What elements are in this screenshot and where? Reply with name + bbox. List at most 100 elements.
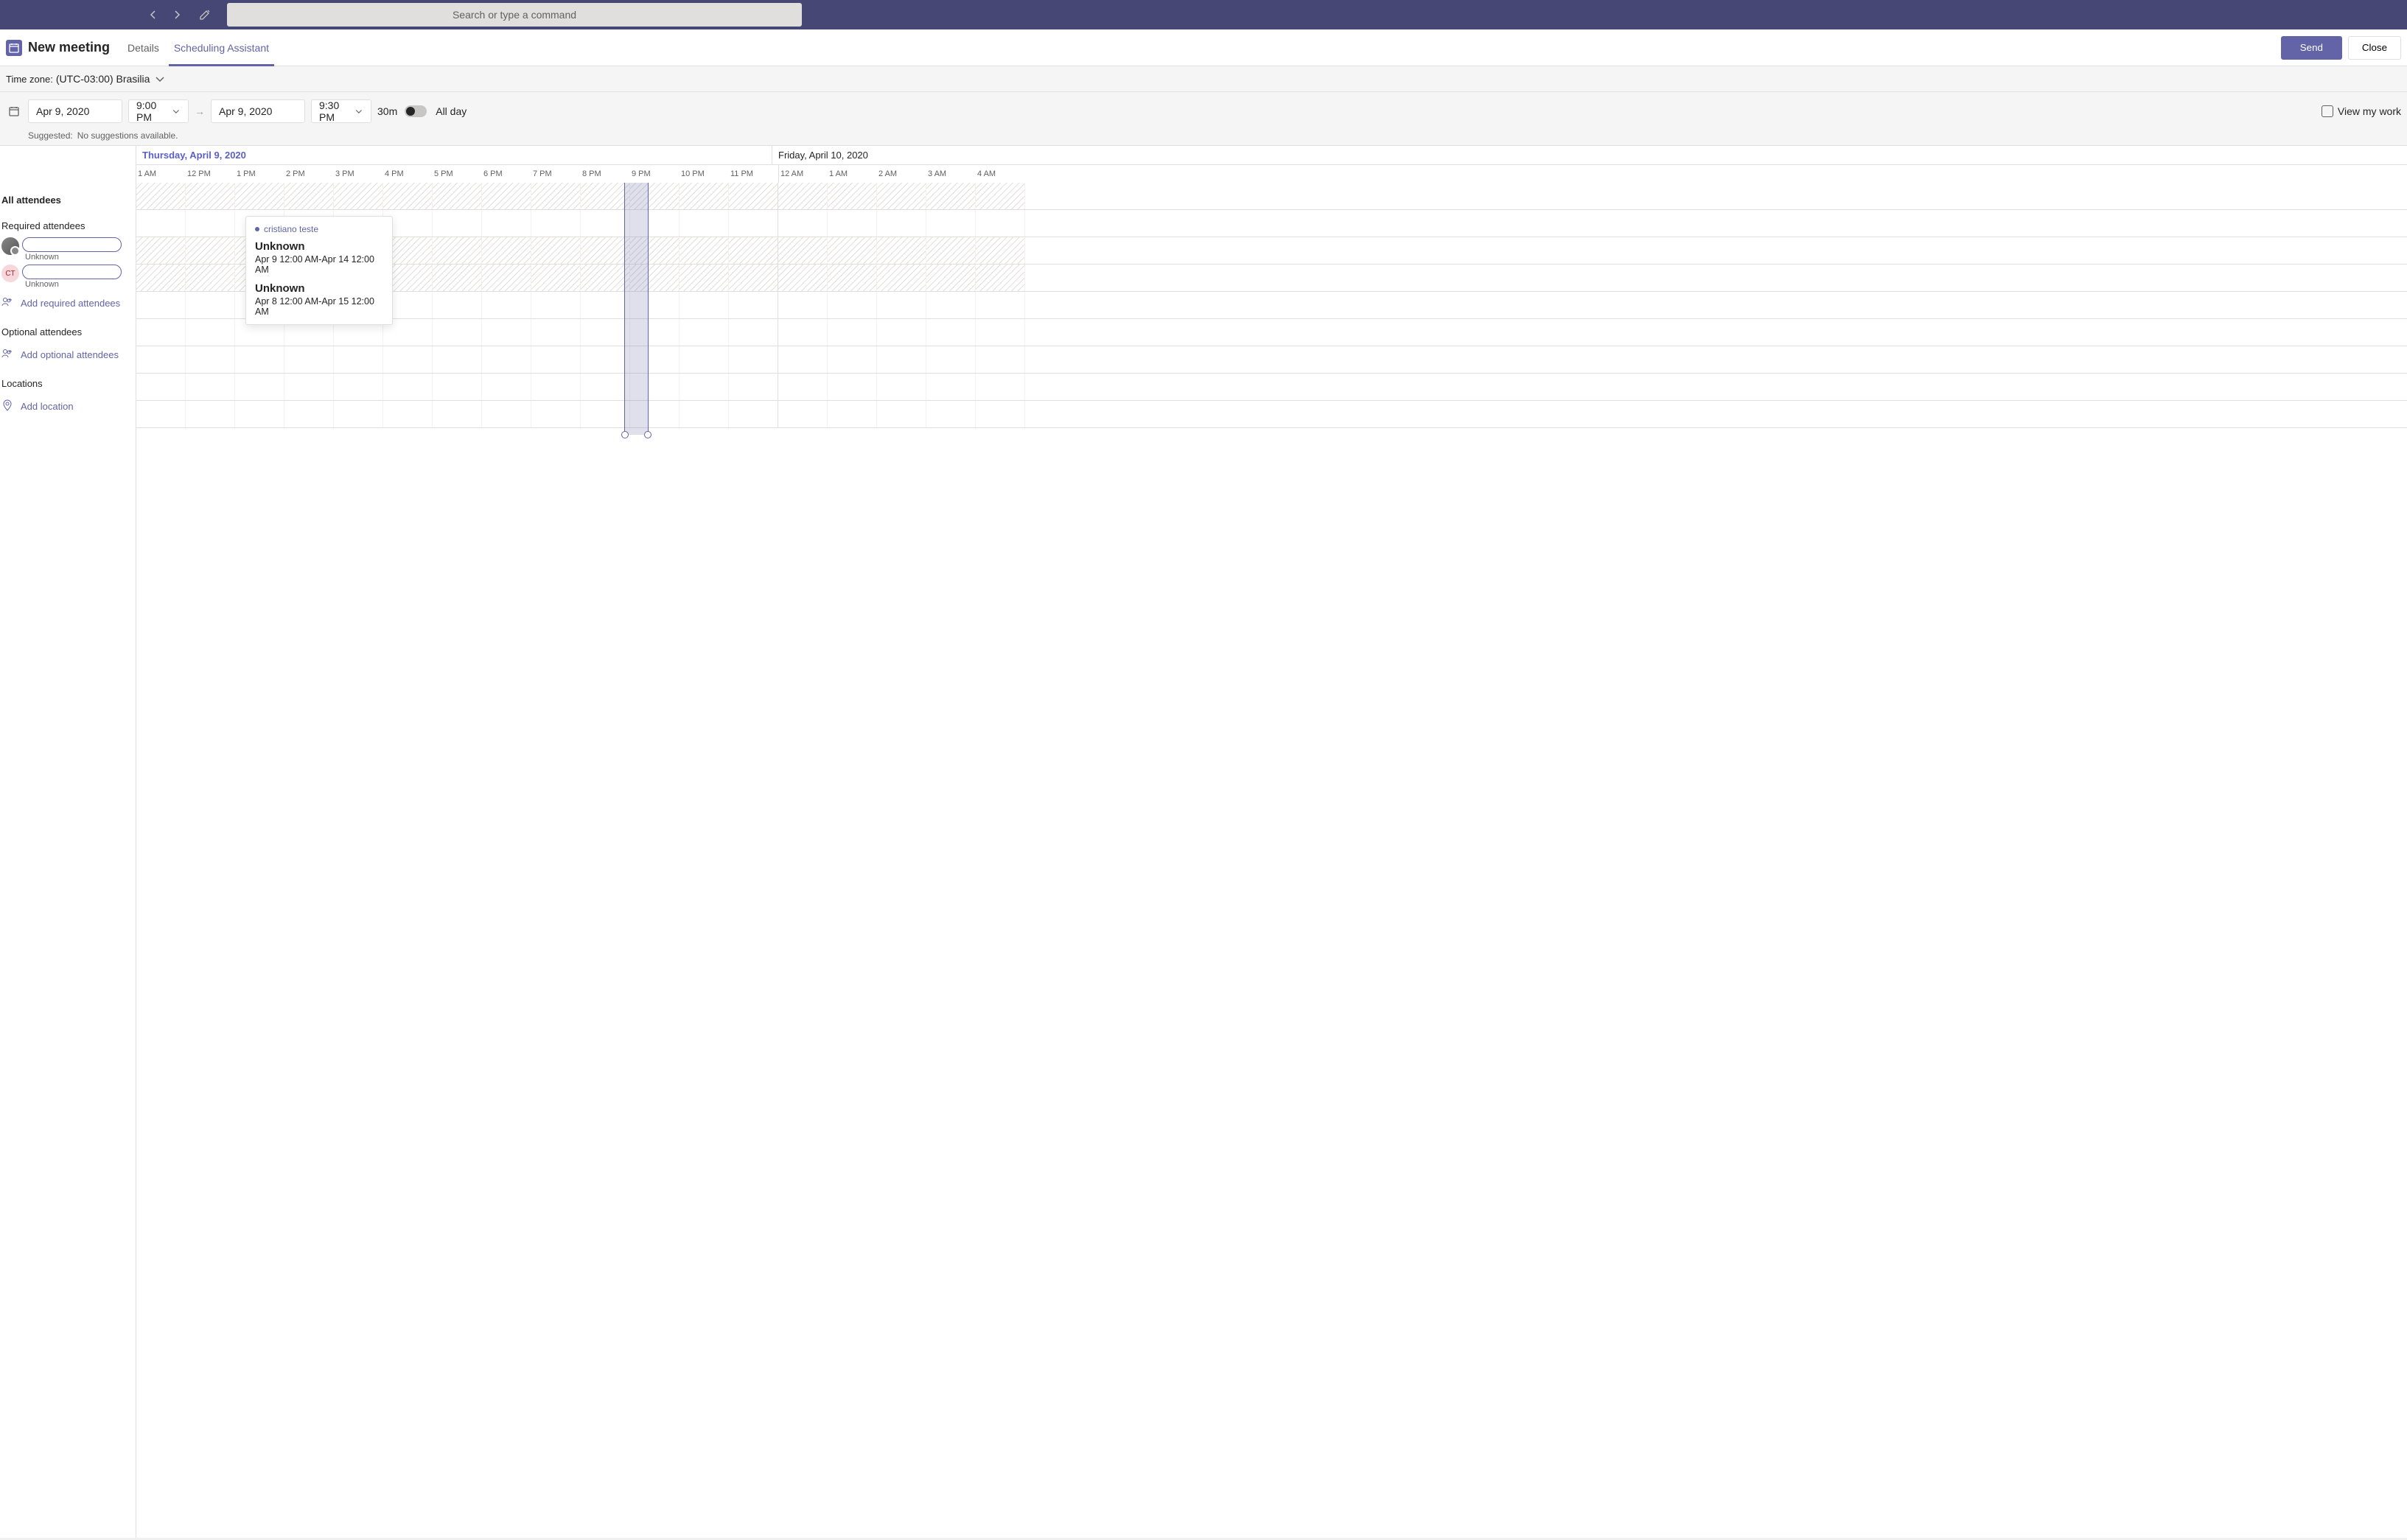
timeline-cell[interactable]	[284, 346, 334, 373]
tab-details[interactable]: Details	[120, 29, 167, 66]
timeline-cell[interactable]	[729, 319, 778, 346]
timeline-cell[interactable]	[433, 292, 482, 318]
timeline-cell[interactable]	[778, 374, 828, 400]
timeline-cell[interactable]	[680, 292, 729, 318]
timeline-cell[interactable]	[334, 374, 383, 400]
timeline[interactable]: Thursday, April 9, 2020 Friday, April 10…	[136, 146, 2407, 1538]
timeline-cell[interactable]	[433, 237, 482, 264]
timeline-cell[interactable]	[630, 183, 680, 209]
close-button[interactable]: Close	[2348, 36, 2401, 60]
timeline-cell[interactable]	[926, 319, 976, 346]
timeline-cell[interactable]	[877, 265, 926, 291]
attendee-pill[interactable]	[22, 265, 122, 279]
timeline-cell[interactable]	[235, 374, 284, 400]
timeline-cell[interactable]	[186, 374, 235, 400]
timeline-cell[interactable]	[531, 237, 581, 264]
timeline-cell[interactable]	[976, 319, 1025, 346]
timeline-cell[interactable]	[630, 401, 680, 427]
timeline-cell[interactable]	[383, 346, 433, 373]
timeline-cell[interactable]	[729, 265, 778, 291]
timeline-cell[interactable]	[729, 346, 778, 373]
timeline-cell[interactable]	[531, 401, 581, 427]
timeline-cell[interactable]	[482, 401, 531, 427]
start-date-input[interactable]: Apr 9, 2020	[28, 99, 122, 123]
timeline-cell[interactable]	[778, 265, 828, 291]
timeline-cell[interactable]	[680, 346, 729, 373]
timeline-cell[interactable]	[976, 237, 1025, 264]
timeline-cell[interactable]	[235, 346, 284, 373]
timeline-cell[interactable]	[828, 292, 877, 318]
timeline-cell[interactable]	[877, 183, 926, 209]
tab-scheduling-assistant[interactable]: Scheduling Assistant	[167, 29, 276, 66]
attendee-pill[interactable]	[22, 237, 122, 252]
timeline-cell[interactable]	[581, 374, 630, 400]
timeline-cell[interactable]	[186, 265, 235, 291]
timeline-cell[interactable]	[284, 401, 334, 427]
timeline-cell[interactable]	[778, 319, 828, 346]
timeline-cell[interactable]	[531, 183, 581, 209]
timeline-cell[interactable]	[877, 374, 926, 400]
timeline-cell[interactable]	[581, 401, 630, 427]
timeline-cell[interactable]	[926, 265, 976, 291]
timeline-cell[interactable]	[828, 183, 877, 209]
timeline-cell[interactable]	[778, 346, 828, 373]
timeline-cell[interactable]	[531, 210, 581, 237]
timeline-cell[interactable]	[976, 292, 1025, 318]
timeline-cell[interactable]	[334, 346, 383, 373]
timeline-cell[interactable]	[482, 237, 531, 264]
timeline-cell[interactable]	[433, 265, 482, 291]
timeline-cell[interactable]	[680, 237, 729, 264]
timeline-cell[interactable]	[581, 183, 630, 209]
timeline-cell[interactable]	[136, 210, 186, 237]
timeline-cell[interactable]	[136, 319, 186, 346]
timeline-cell[interactable]	[976, 401, 1025, 427]
timeline-cell[interactable]	[136, 374, 186, 400]
timeline-cell[interactable]	[581, 237, 630, 264]
timeline-cell[interactable]	[531, 265, 581, 291]
timeline-cell[interactable]	[828, 346, 877, 373]
back-button[interactable]	[144, 6, 162, 24]
timeline-cell[interactable]	[926, 401, 976, 427]
timeline-cell[interactable]	[926, 210, 976, 237]
timeline-cell[interactable]	[482, 319, 531, 346]
timeline-cell[interactable]	[778, 401, 828, 427]
timeline-cell[interactable]	[729, 237, 778, 264]
search-input[interactable]: Search or type a command	[227, 3, 802, 27]
timeline-cell[interactable]	[976, 265, 1025, 291]
timeline-cell[interactable]	[729, 374, 778, 400]
timeline-cell[interactable]	[828, 319, 877, 346]
timeline-cell[interactable]	[778, 237, 828, 264]
timeline-cell[interactable]	[926, 183, 976, 209]
timeline-cell[interactable]	[482, 346, 531, 373]
timeline-cell[interactable]	[186, 210, 235, 237]
timeline-cell[interactable]	[531, 292, 581, 318]
timeline-cell[interactable]	[828, 210, 877, 237]
timeline-cell[interactable]	[235, 401, 284, 427]
timeline-cell[interactable]	[926, 237, 976, 264]
timeline-cell[interactable]	[976, 346, 1025, 373]
timeline-cell[interactable]	[433, 346, 482, 373]
timeline-cell[interactable]	[630, 292, 680, 318]
timeline-cell[interactable]	[482, 265, 531, 291]
timeline-cell[interactable]	[136, 401, 186, 427]
timeline-cell[interactable]	[778, 210, 828, 237]
timeline-cell[interactable]	[433, 319, 482, 346]
timeline-cell[interactable]	[630, 265, 680, 291]
timeline-cell[interactable]	[581, 292, 630, 318]
timeline-cell[interactable]	[136, 183, 186, 209]
timeline-cell[interactable]	[680, 374, 729, 400]
timeline-cell[interactable]	[680, 319, 729, 346]
timeline-cell[interactable]	[680, 265, 729, 291]
end-date-input[interactable]: Apr 9, 2020	[211, 99, 305, 123]
forward-button[interactable]	[168, 6, 186, 24]
selection-handle-left[interactable]	[621, 431, 629, 438]
timeline-cell[interactable]	[581, 346, 630, 373]
timeline-cell[interactable]	[630, 237, 680, 264]
timeline-cell[interactable]	[482, 292, 531, 318]
timeline-cell[interactable]	[926, 292, 976, 318]
end-time-dropdown[interactable]: 9:30 PM	[311, 99, 371, 123]
timeline-cell[interactable]	[186, 183, 235, 209]
timeline-cell[interactable]	[630, 346, 680, 373]
timeline-cell[interactable]	[383, 183, 433, 209]
timeline-cell[interactable]	[680, 401, 729, 427]
